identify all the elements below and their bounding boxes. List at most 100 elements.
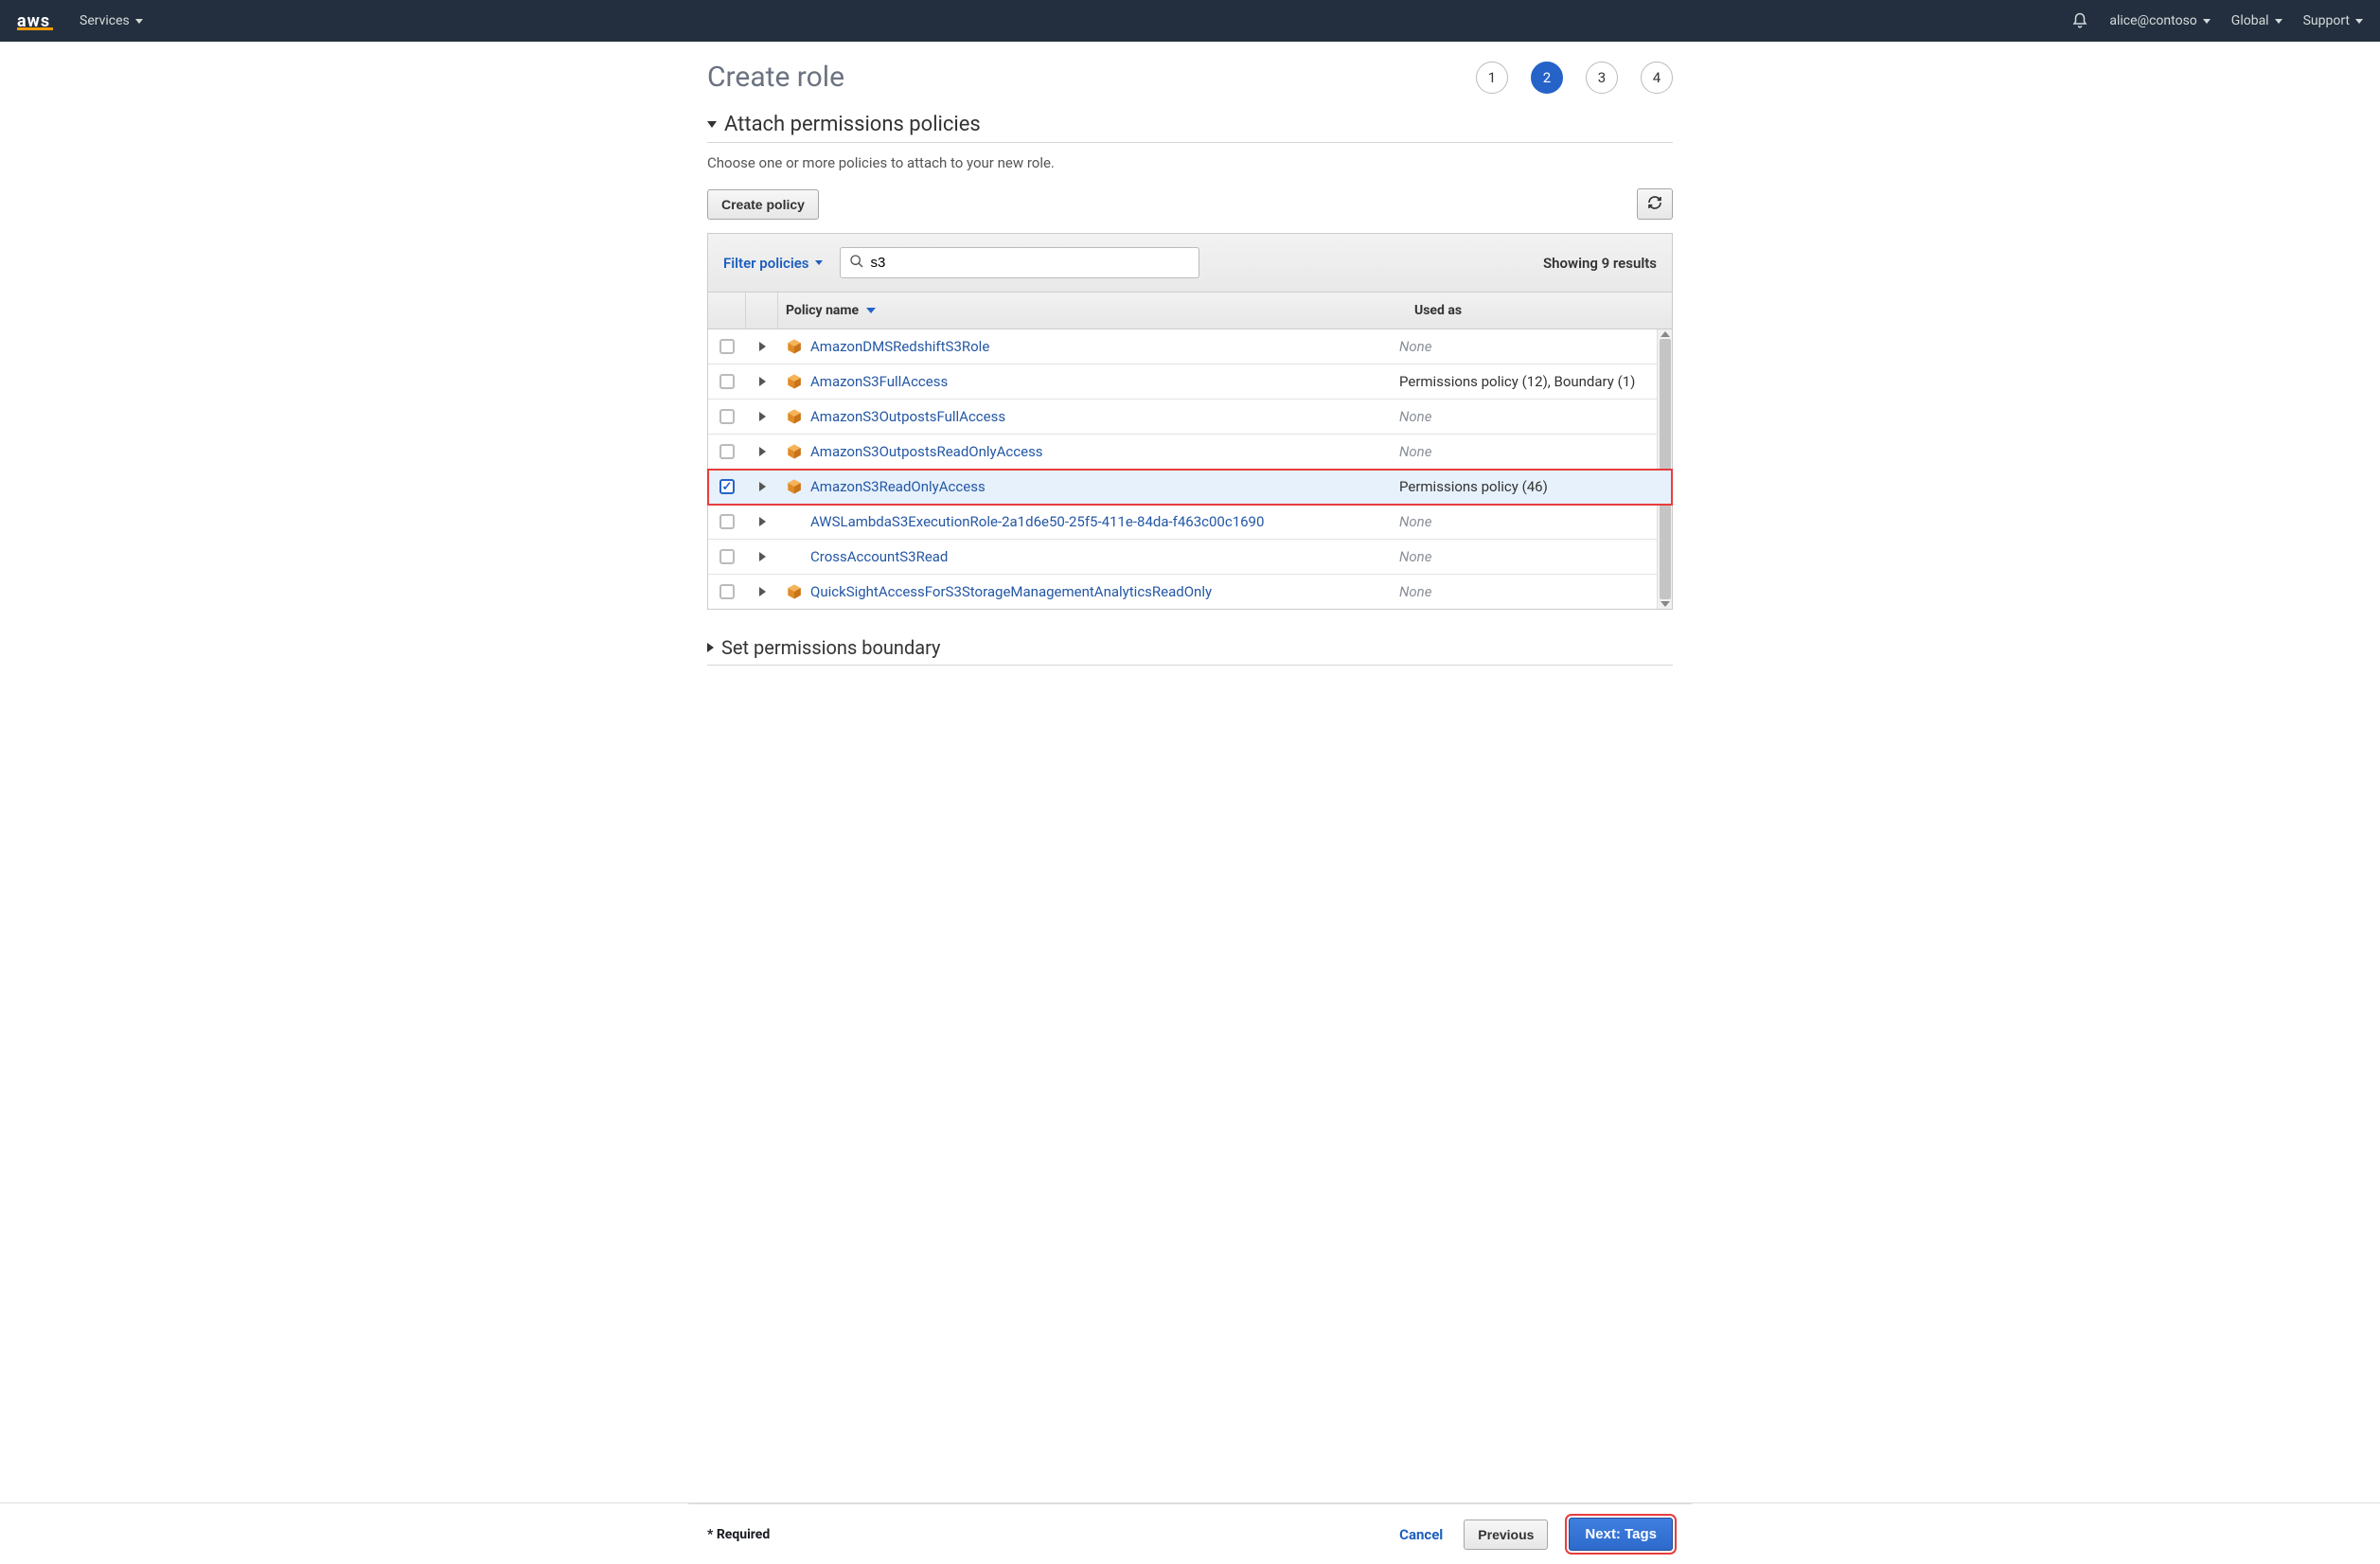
step-2[interactable]: 2 xyxy=(1531,62,1563,94)
expand-row-icon[interactable] xyxy=(759,517,766,526)
policy-name-link[interactable]: CrossAccountS3Read xyxy=(810,548,948,565)
cancel-link[interactable]: Cancel xyxy=(1399,1526,1443,1543)
aws-logo-text: aws xyxy=(17,11,50,31)
policy-checkbox[interactable] xyxy=(719,409,735,424)
policies-table-body: AmazonDMSRedshiftS3RoleNoneAmazonS3FullA… xyxy=(708,329,1672,609)
create-policy-button[interactable]: Create policy xyxy=(707,189,819,220)
policy-checkbox[interactable] xyxy=(719,444,735,459)
step-3[interactable]: 3 xyxy=(1586,62,1618,94)
policy-name-link[interactable]: QuickSightAccessForS3StorageManagementAn… xyxy=(810,583,1212,600)
policy-checkbox[interactable] xyxy=(719,479,735,494)
policy-used-as: None xyxy=(1392,575,1657,609)
policy-checkbox[interactable] xyxy=(719,374,735,389)
filter-bar: Filter policies Showing 9 results xyxy=(708,234,1672,293)
sort-desc-icon xyxy=(866,308,876,313)
policy-checkbox[interactable] xyxy=(719,549,735,564)
support-label: Support xyxy=(2303,13,2350,28)
policy-used-as: Permissions policy (46) xyxy=(1392,470,1657,504)
policy-checkbox[interactable] xyxy=(719,339,735,354)
wizard-stepper: 1 2 3 4 xyxy=(1476,62,1673,94)
scroll-down-icon xyxy=(1661,601,1670,607)
policy-name-link[interactable]: AWSLambdaS3ExecutionRole-2a1d6e50-25f5-4… xyxy=(810,513,1264,530)
policy-row: QuickSightAccessForS3StorageManagementAn… xyxy=(708,575,1672,609)
policy-name-link[interactable]: AmazonS3OutpostsReadOnlyAccess xyxy=(810,443,1043,460)
column-used-as[interactable]: Used as xyxy=(1407,293,1672,329)
policy-name-link[interactable]: AmazonS3ReadOnlyAccess xyxy=(810,478,986,495)
policy-used-as: None xyxy=(1392,505,1657,539)
region-label: Global xyxy=(2231,13,2269,28)
collapse-icon[interactable] xyxy=(707,121,717,128)
scroll-up-icon xyxy=(1661,331,1670,337)
services-label: Services xyxy=(80,13,130,28)
attach-permissions-helptext: Choose one or more policies to attach to… xyxy=(707,154,1673,171)
account-label: alice@contoso xyxy=(2109,13,2196,28)
policy-checkbox[interactable] xyxy=(719,584,735,599)
support-menu[interactable]: Support xyxy=(2303,13,2363,28)
expand-row-icon[interactable] xyxy=(759,587,766,596)
permissions-boundary-heading-text: Set permissions boundary xyxy=(721,636,941,659)
policy-row: AWSLambdaS3ExecutionRole-2a1d6e50-25f5-4… xyxy=(708,505,1672,540)
policy-row: CrossAccountS3Read None xyxy=(708,540,1672,575)
attach-permissions-heading-text: Attach permissions policies xyxy=(724,113,981,136)
aws-logo[interactable]: aws xyxy=(17,11,53,30)
column-used-as-label: Used as xyxy=(1414,303,1462,318)
managed-policy-icon xyxy=(786,583,803,600)
refresh-button[interactable] xyxy=(1637,188,1673,220)
previous-button[interactable]: Previous xyxy=(1464,1520,1548,1550)
notifications-icon[interactable] xyxy=(2071,12,2088,29)
filter-policies-dropdown[interactable]: Filter policies xyxy=(723,255,823,272)
expand-row-icon[interactable] xyxy=(759,482,766,491)
results-count: Showing 9 results xyxy=(1543,255,1657,272)
managed-policy-icon xyxy=(786,443,803,460)
expand-row-icon[interactable] xyxy=(759,412,766,421)
attach-permissions-heading: Attach permissions policies xyxy=(707,113,1673,143)
main-content: Create role 1 2 3 4 Attach permissions p… xyxy=(688,42,1692,1502)
expand-icon[interactable] xyxy=(707,643,714,652)
policy-used-as: None xyxy=(1392,540,1657,574)
services-menu[interactable]: Services xyxy=(80,13,143,28)
expand-row-icon[interactable] xyxy=(759,377,766,386)
policy-search-input[interactable] xyxy=(840,247,1199,278)
policy-row: AmazonS3OutpostsFullAccess None xyxy=(708,400,1672,435)
next-tags-button[interactable]: Next: Tags xyxy=(1569,1518,1673,1551)
column-policy-name-label: Policy name xyxy=(786,303,859,318)
expand-row-icon[interactable] xyxy=(759,552,766,561)
policy-row: AmazonDMSRedshiftS3Role None xyxy=(708,329,1672,364)
policy-row: AmazonS3FullAccess Permissions policy (12… xyxy=(708,364,1672,400)
caret-down-icon xyxy=(135,19,143,24)
step-1[interactable]: 1 xyxy=(1476,62,1508,94)
region-menu[interactable]: Global xyxy=(2231,13,2282,28)
page-title: Create role xyxy=(707,61,844,94)
policies-table-header: Policy name Used as xyxy=(708,293,1672,329)
policy-checkbox[interactable] xyxy=(719,514,735,529)
policies-panel: Filter policies Showing 9 results Policy… xyxy=(707,233,1673,610)
policy-row: AmazonS3ReadOnlyAccess Permissions policy… xyxy=(708,470,1672,505)
managed-policy-icon xyxy=(786,478,803,495)
step-4[interactable]: 4 xyxy=(1641,62,1673,94)
managed-policy-icon xyxy=(786,338,803,355)
policy-name-link[interactable]: AmazonS3FullAccess xyxy=(810,373,948,390)
managed-policy-icon xyxy=(786,408,803,425)
caret-down-icon xyxy=(2203,19,2211,24)
filter-policies-label: Filter policies xyxy=(723,255,809,272)
wizard-footer: * Required Cancel Previous Next: Tags xyxy=(688,1503,1692,1564)
search-icon xyxy=(849,254,864,273)
permissions-boundary-heading: Set permissions boundary xyxy=(707,636,1673,666)
account-menu[interactable]: alice@contoso xyxy=(2109,13,2210,28)
required-note: * Required xyxy=(707,1527,770,1542)
top-nav: aws Services alice@contoso Global Suppor… xyxy=(0,0,2380,42)
expand-row-icon[interactable] xyxy=(759,342,766,351)
caret-down-icon xyxy=(2275,19,2282,24)
policy-row: AmazonS3OutpostsReadOnlyAccess None xyxy=(708,435,1672,470)
managed-policy-icon xyxy=(786,373,803,390)
policy-used-as: None xyxy=(1392,400,1657,434)
caret-down-icon xyxy=(2355,19,2363,24)
policy-name-link[interactable]: AmazonS3OutpostsFullAccess xyxy=(810,408,1005,425)
chevron-down-icon xyxy=(815,260,823,265)
policy-used-as: Permissions policy (12), Boundary (1) xyxy=(1392,364,1657,399)
expand-row-icon[interactable] xyxy=(759,447,766,456)
policy-used-as: None xyxy=(1392,435,1657,469)
column-policy-name[interactable]: Policy name xyxy=(778,293,1407,329)
policy-name-link[interactable]: AmazonDMSRedshiftS3Role xyxy=(810,338,989,355)
policy-used-as: None xyxy=(1392,329,1657,364)
